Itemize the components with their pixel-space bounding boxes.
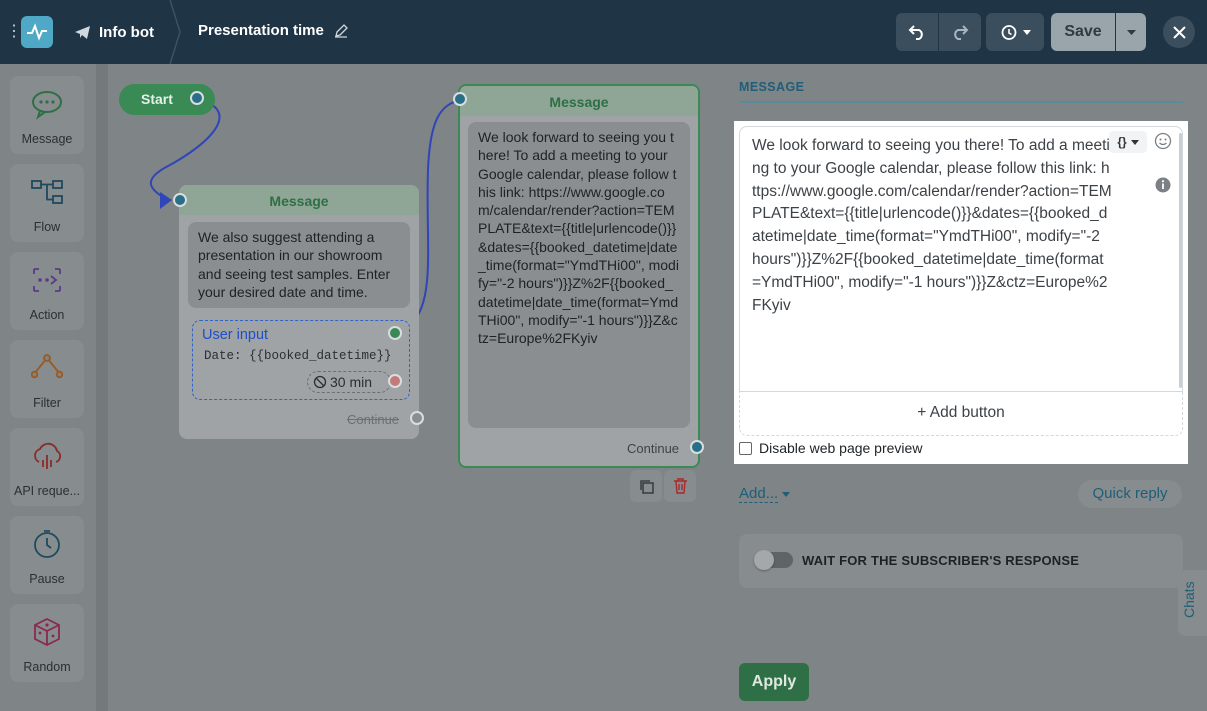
- telegram-icon: [75, 25, 90, 39]
- more-vertical-icon[interactable]: ⋮: [6, 22, 22, 42]
- palette-item-random[interactable]: Random: [10, 604, 84, 682]
- apply-button[interactable]: Apply: [739, 663, 809, 701]
- palette-item-label: API reque...: [13, 484, 80, 498]
- app-logo-icon[interactable]: [21, 16, 53, 48]
- history-icon: [1001, 24, 1016, 40]
- variables-icon: {}: [1117, 135, 1127, 149]
- flow-title[interactable]: Presentation time: [198, 22, 348, 39]
- continue-port[interactable]: [410, 411, 424, 425]
- disable-preview-label: Disable web page preview: [759, 440, 923, 456]
- continue-port[interactable]: [690, 440, 704, 454]
- block-palette: Message Flow Action Filter API reque... …: [0, 64, 96, 711]
- message-bubble[interactable]: We look forward to seeing you there! To …: [468, 122, 690, 428]
- palette-item-pause[interactable]: Pause: [10, 516, 84, 594]
- api-cloud-icon: [34, 442, 62, 469]
- quick-reply-button[interactable]: Quick reply: [1078, 480, 1182, 508]
- bot-name: Info bot: [99, 23, 154, 41]
- disable-preview-checkbox[interactable]: [739, 441, 752, 455]
- node-header: Message: [460, 86, 698, 116]
- flow-icon: [31, 180, 63, 204]
- bot-breadcrumb[interactable]: Info bot: [74, 22, 154, 42]
- filter-icon: [31, 354, 63, 379]
- continue-label: Continue: [347, 412, 400, 427]
- ban-icon: [313, 375, 327, 389]
- message-bubble[interactable]: We also suggest attending a presentation…: [188, 222, 410, 308]
- section-underline: [739, 101, 1183, 103]
- palette-item-label: Action: [29, 308, 65, 322]
- history-button[interactable]: [986, 13, 1044, 51]
- add-dropdown[interactable]: Add...: [739, 485, 791, 503]
- palette-item-label: Message: [21, 132, 73, 146]
- breadcrumb-separator: [169, 0, 181, 64]
- wait-response-label: WAIT FOR THE SUBSCRIBER'S RESPONSE: [802, 553, 1080, 568]
- save-button[interactable]: Save: [1051, 13, 1115, 51]
- palette-item-label: Filter: [33, 396, 61, 410]
- redo-button[interactable]: [939, 13, 981, 51]
- timeout-output-port[interactable]: [388, 374, 402, 388]
- palette-item-filter[interactable]: Filter: [10, 340, 84, 418]
- palette-item-message[interactable]: Message: [10, 76, 84, 154]
- variables-button[interactable]: {}: [1109, 131, 1147, 153]
- palette-item-api-request[interactable]: API reque...: [10, 428, 84, 506]
- add-link[interactable]: Add...: [739, 485, 779, 503]
- palette-item-label: Pause: [29, 572, 65, 586]
- emoji-icon[interactable]: [1154, 132, 1172, 150]
- start-label: Start: [141, 91, 173, 107]
- undo-icon: [908, 25, 923, 40]
- chat-bubble-icon: [32, 91, 62, 120]
- chats-tab[interactable]: Chats: [1178, 570, 1207, 636]
- info-icon[interactable]: [1154, 176, 1172, 194]
- user-input-title: User input: [202, 327, 269, 343]
- palette-item-action[interactable]: Action: [10, 252, 84, 330]
- editor-scrollbar[interactable]: [1179, 133, 1182, 388]
- palette-scrollbar[interactable]: [96, 64, 108, 711]
- redo-icon: [954, 25, 969, 40]
- top-bar: ⋮ Info bot Presentation time Save: [0, 0, 1207, 64]
- palette-item-label: Random: [23, 660, 71, 674]
- close-button[interactable]: [1163, 16, 1195, 48]
- timeout-label: 30 min: [330, 374, 373, 390]
- edit-pencil-icon[interactable]: [334, 23, 348, 38]
- delete-button[interactable]: [664, 470, 696, 502]
- trash-icon: [673, 478, 687, 494]
- duplicate-button[interactable]: [630, 470, 662, 502]
- flow-title-text: Presentation time: [198, 22, 324, 39]
- user-input-field: Date: {{booked_datetime}}: [204, 349, 392, 363]
- continue-label: Continue: [627, 441, 680, 456]
- chevron-down-icon: [1022, 29, 1031, 35]
- palette-item-label: Flow: [33, 220, 61, 234]
- toggle-knob: [754, 550, 774, 570]
- section-label: MESSAGE: [739, 80, 805, 94]
- chevron-down-icon: [1130, 139, 1139, 145]
- node-1-input-port[interactable]: [173, 193, 187, 207]
- add-button[interactable]: + Add button: [739, 392, 1183, 436]
- node-2-input-port[interactable]: [453, 92, 467, 106]
- undo-button[interactable]: [896, 13, 938, 51]
- start-output-port[interactable]: [190, 91, 204, 105]
- message-text[interactable]: We look forward to seeing you there! To …: [752, 135, 1112, 317]
- chevron-down-icon: [782, 491, 791, 497]
- wait-response-toggle[interactable]: [754, 550, 793, 570]
- user-input-output-port[interactable]: [388, 326, 402, 340]
- action-icon: [33, 268, 61, 292]
- save-options-button[interactable]: [1116, 13, 1146, 51]
- copy-icon: [639, 479, 654, 494]
- clock-icon: [34, 530, 60, 558]
- node-header: Message: [179, 185, 419, 215]
- close-icon: [1172, 25, 1186, 39]
- chevron-down-icon: [1126, 29, 1136, 35]
- chats-tab-label: Chats: [1181, 581, 1197, 618]
- disable-preview-row[interactable]: Disable web page preview: [739, 440, 922, 456]
- palette-item-flow[interactable]: Flow: [10, 164, 84, 242]
- dice-icon: [34, 617, 60, 647]
